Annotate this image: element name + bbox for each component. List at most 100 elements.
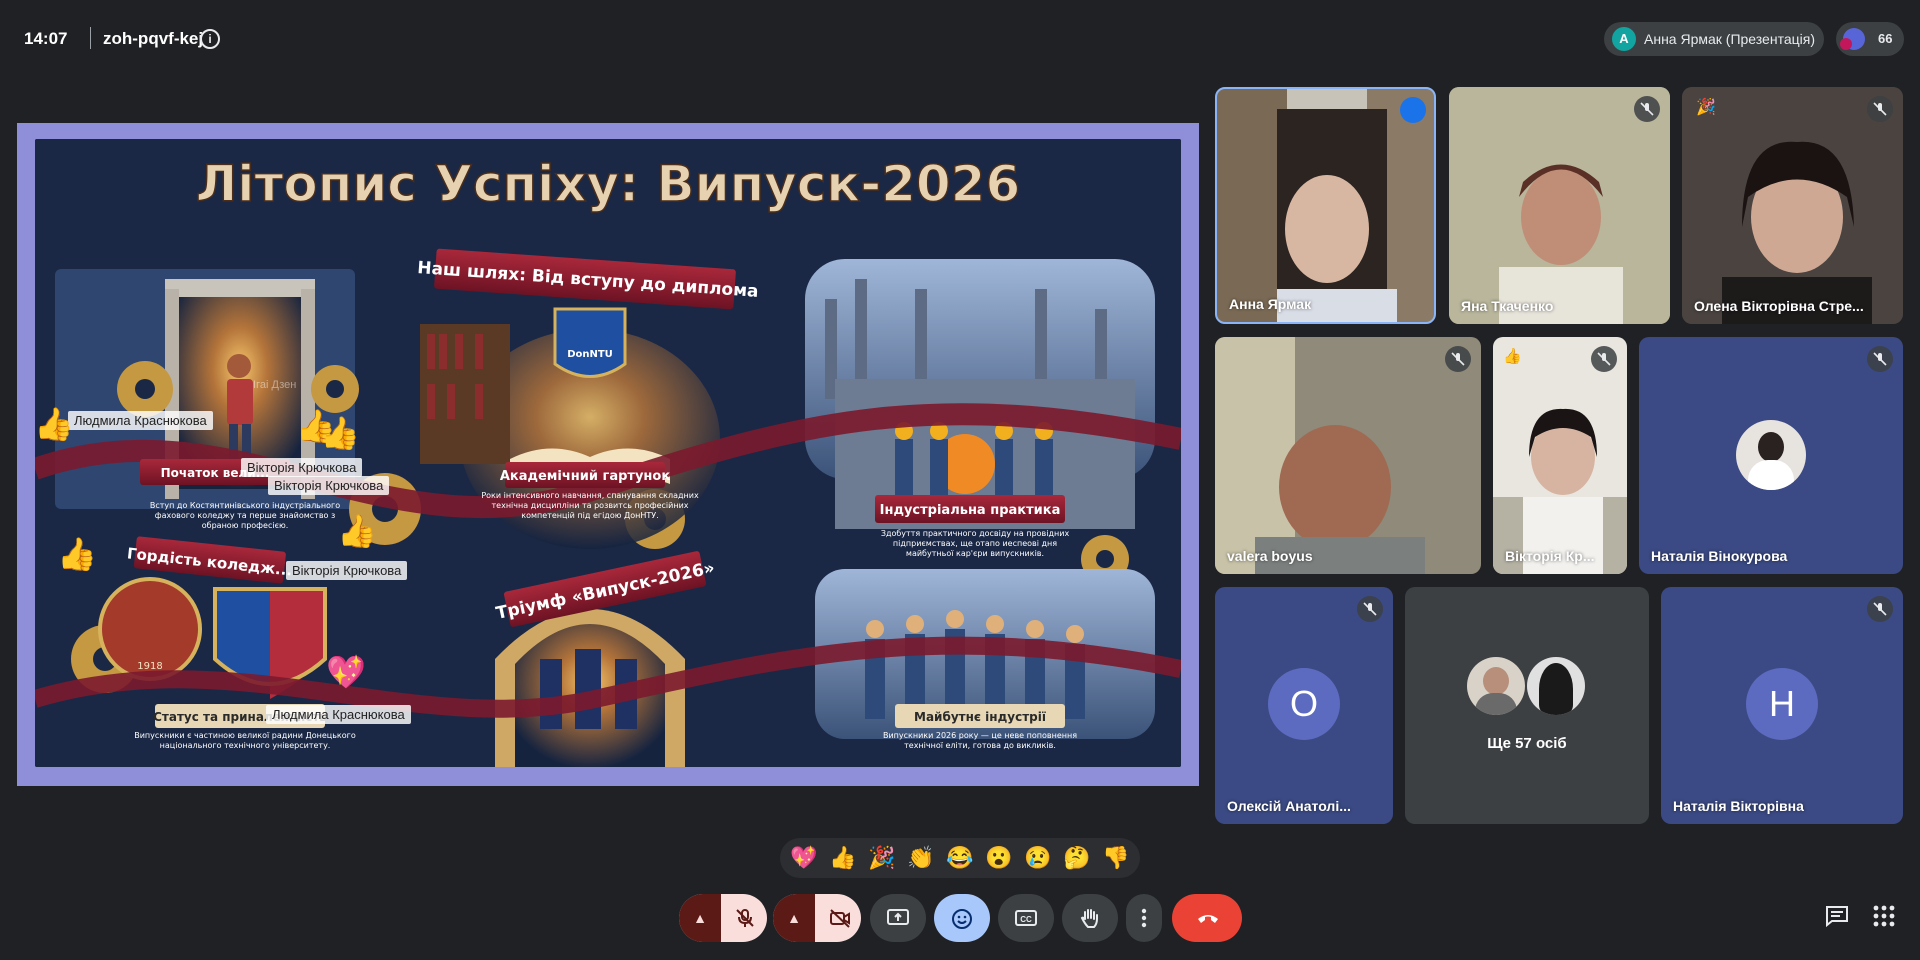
raise-hand-icon [1080, 909, 1098, 928]
reaction-name-overlay: Вікторія Крючкова [268, 476, 390, 495]
more-options-button[interactable] [1126, 894, 1162, 942]
participant-name: Наталія Вінокурова [1651, 548, 1788, 564]
party-icon[interactable]: 🎉 [868, 844, 895, 872]
mic-off-icon[interactable] [735, 908, 755, 928]
thumbs-up-icon: 👍 [320, 415, 360, 451]
participant-name: Яна Ткаченко [1461, 298, 1554, 314]
thumbs-up-icon: 👍 [337, 513, 377, 549]
mic-off-icon [1445, 346, 1471, 372]
section-title: Індустріальна практика [880, 503, 1061, 518]
section-text: Випускники є частиною великої радини Дон… [134, 731, 356, 750]
thumbs-up-icon[interactable]: 👍 [829, 844, 856, 872]
present-button[interactable] [870, 894, 926, 942]
emoji-button[interactable] [934, 894, 990, 942]
faint-name-overlay: Ігаі Дзен [253, 379, 297, 391]
section-text: Випускники 2026 року — це неве поповненн… [882, 731, 1078, 750]
participant-tile[interactable]: 👍 Вікторія Кр... [1493, 337, 1627, 574]
avatar: О [1268, 668, 1340, 740]
speaking-indicator [1400, 97, 1426, 123]
surprised-icon[interactable]: 😮 [985, 844, 1012, 872]
apps-icon[interactable] [1872, 904, 1896, 928]
heart-icon[interactable]: 💖 [790, 844, 817, 872]
participant-tile[interactable]: Анна Ярмак [1215, 87, 1436, 324]
seal-year: 1918 [137, 661, 162, 672]
avatar [1527, 657, 1585, 715]
video-feed [1217, 89, 1434, 322]
thumbs-up-icon: 👍 [34, 406, 74, 442]
section-text: Роки інтенсивного навчання, спанування с… [481, 491, 699, 520]
participants-button[interactable]: 66 [1836, 22, 1904, 56]
avatar: Н [1746, 668, 1818, 740]
section-title: Майбутнє індустрії [914, 710, 1046, 724]
end-call-button[interactable] [1172, 894, 1242, 942]
participant-tile[interactable]: О Олексій Анатолі... [1215, 587, 1393, 824]
participant-tile[interactable]: Наталія Вінокурова [1639, 337, 1903, 574]
camera-options-button[interactable]: ▲ [773, 894, 815, 942]
mic-off-icon [1867, 96, 1893, 122]
reaction-name-overlay: Людмила Краснюкова [68, 411, 213, 430]
participants-avatars [1840, 28, 1865, 50]
mic-off-icon [1357, 596, 1383, 622]
avatar: А [1612, 27, 1636, 51]
avatar [1736, 420, 1806, 490]
divider [90, 27, 91, 49]
slide-artwork: DonNTU 1918 Літопис Успіху: Випуск-2026 … [35, 139, 1181, 767]
participant-tile[interactable]: Н Наталія Вікторівна [1661, 587, 1903, 824]
laugh-icon[interactable]: 😂 [946, 844, 973, 872]
video-feed [1449, 87, 1670, 324]
participant-tile[interactable]: Яна Ткаченко [1449, 87, 1670, 324]
reaction-name-overlay: Вікторія Крючкова [241, 458, 363, 477]
participant-name: Вікторія Кр... [1505, 548, 1595, 564]
camera-off-icon[interactable] [829, 908, 851, 928]
heart-icon: 💖 [326, 654, 366, 690]
thumbs-down-icon[interactable]: 👎 [1102, 844, 1129, 872]
participant-tile[interactable]: valera boyus [1215, 337, 1481, 574]
captions-icon: CC [1015, 910, 1037, 926]
video-feed [1493, 337, 1627, 574]
svg-text:CC: CC [1020, 915, 1032, 924]
end-call-icon [1198, 915, 1218, 923]
section-text: Вступ до Костянтинівського індустріально… [149, 501, 341, 530]
present-icon [887, 909, 909, 925]
participant-tile[interactable]: 🎉 Олена Вікторівна Стре... [1682, 87, 1903, 324]
section-title: Академічний гартунок [500, 469, 670, 484]
captions-button[interactable]: CC [998, 894, 1054, 942]
meeting-time: 14:07 [24, 29, 68, 48]
reaction-name-overlay: Людмила Краснюкова [266, 705, 411, 724]
thumbs-up-icon: 👍 [57, 536, 97, 572]
participant-name: Олексій Анатолі... [1227, 798, 1351, 814]
participant-name: Анна Ярмак [1229, 296, 1312, 312]
video-feed [1215, 337, 1481, 574]
slide-title: Літопис Успіху: Випуск-2026 [196, 155, 1021, 213]
video-feed [1682, 87, 1903, 324]
presenter-chip[interactable]: А Анна Ярмак (Презентація) [1604, 22, 1824, 56]
participant-name: Олена Вікторівна Стре... [1694, 298, 1864, 314]
party-icon: 🎉 [1696, 99, 1716, 116]
emoji-icon [952, 909, 972, 929]
mic-off-icon [1867, 346, 1893, 372]
more-count-label: Ще 57 осіб [1487, 735, 1567, 752]
more-icon [1141, 908, 1147, 928]
thinking-icon[interactable]: 🤔 [1063, 844, 1090, 872]
clap-icon[interactable]: 👏 [907, 844, 934, 872]
presenter-name: Анна Ярмак (Презентація) [1644, 31, 1815, 47]
mic-options-button[interactable]: ▲ [679, 894, 721, 942]
mic-control[interactable]: ▲ [679, 894, 767, 942]
participant-name: Наталія Вікторівна [1673, 798, 1804, 814]
chat-icon[interactable] [1824, 904, 1850, 928]
top-bar: 14:07 zoh-pqvf-kej i А Анна Ярмак (Презе… [0, 0, 1920, 78]
meeting-code: zoh-pqvf-kej [103, 29, 204, 48]
avatar [1467, 657, 1525, 715]
thumbs-up-icon: 👍 [1503, 348, 1522, 365]
mic-off-icon [1591, 346, 1617, 372]
reactions-bar: 💖 👍 🎉 👏 😂 😮 😢 🤔 👎 [780, 838, 1140, 878]
presentation-frame: DonNTU 1918 Літопис Успіху: Випуск-2026 … [17, 123, 1199, 786]
info-icon[interactable]: i [200, 29, 220, 49]
slide: DonNTU 1918 Літопис Успіху: Випуск-2026 … [35, 139, 1181, 767]
raise-hand-button[interactable] [1062, 894, 1118, 942]
more-participants-tile[interactable]: Ще 57 осіб [1405, 587, 1649, 824]
participant-name: valera boyus [1227, 548, 1313, 564]
camera-control[interactable]: ▲ [773, 894, 861, 942]
sad-icon[interactable]: 😢 [1024, 844, 1051, 872]
section-text: Здобуття практичного досвіду на провідни… [880, 529, 1070, 558]
